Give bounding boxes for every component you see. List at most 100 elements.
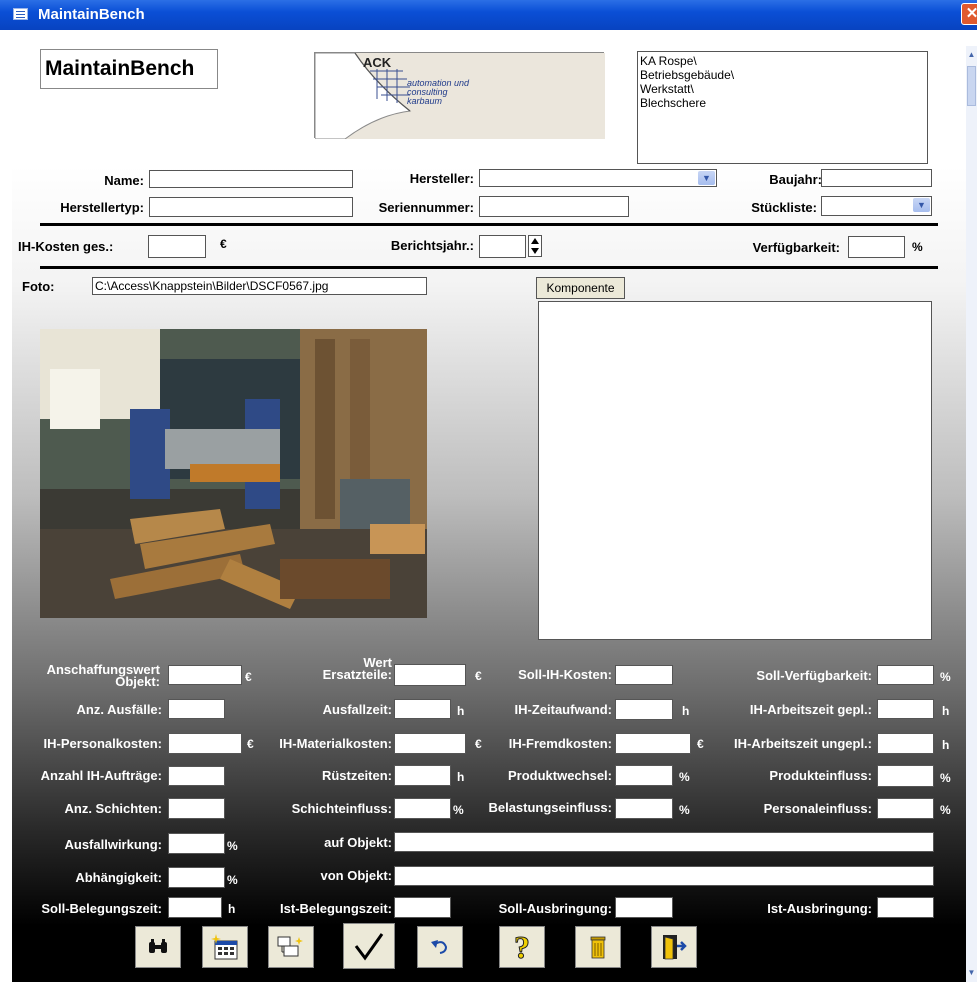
search-button[interactable] [135, 926, 181, 968]
ruestzeiten-label: Rüstzeiten: [321, 768, 392, 783]
ih-materialkosten-field[interactable] [394, 733, 466, 754]
soll-ausbringung-label: Soll-Ausbringung: [498, 901, 612, 916]
exit-button[interactable] [651, 926, 697, 968]
spin-up-icon[interactable] [531, 238, 539, 244]
ist-belegungszeit-label: Ist-Belegungszeit: [280, 901, 392, 916]
vertical-scrollbar[interactable]: ▲ ▼ [966, 46, 977, 982]
verfuegbarkeit-field[interactable] [848, 236, 905, 258]
soll-verfuegbarkeit-field[interactable] [877, 665, 934, 685]
maintainbench-form: MaintainBench ACK automation und consult… [12, 30, 966, 982]
exit-icon [663, 935, 687, 960]
chevron-down-icon[interactable]: ▼ [913, 198, 930, 212]
seriennummer-label: Seriennummer: [378, 200, 474, 215]
anz-schichten-field[interactable] [168, 798, 225, 819]
ih-zeitaufwand-field[interactable] [615, 699, 673, 720]
form-design-button[interactable] [268, 926, 314, 968]
year-spinner[interactable] [528, 235, 542, 257]
abhaengigkeit-field[interactable] [168, 867, 225, 888]
soll-ih-kosten-field[interactable] [615, 665, 673, 685]
von-objekt-field[interactable] [394, 866, 934, 886]
window-title-bar: MaintainBench ✕ [0, 0, 977, 30]
euro-unit: € [220, 237, 227, 251]
new-record-button[interactable] [202, 926, 248, 968]
ih-kosten-label: IH-Kosten ges.: [18, 239, 114, 254]
ih-personalkosten-field[interactable] [168, 733, 242, 754]
seriennummer-field[interactable] [479, 196, 629, 217]
delete-button[interactable] [575, 926, 621, 968]
ausfallwirkung-label: Ausfallwirkung: [64, 837, 162, 852]
percent-unit: % [679, 803, 690, 817]
checkmark-icon [354, 933, 384, 961]
path-line: Betriebsgebäude\ [640, 68, 735, 82]
wert-ersatzteile-field[interactable] [394, 664, 466, 686]
von-objekt-label: von Objekt: [320, 868, 392, 883]
ist-ausbringung-field[interactable] [877, 897, 934, 918]
hersteller-label: Hersteller: [409, 171, 474, 186]
spin-down-icon[interactable] [531, 248, 539, 254]
anzahl-ih-auftraege-field[interactable] [168, 766, 225, 786]
ih-fremdkosten-field[interactable] [615, 733, 691, 754]
belastungseinfluss-field[interactable] [615, 798, 673, 819]
location-path-box: KA Rospe\ Betriebsgebäude\ Werkstatt\ Bl… [637, 51, 928, 164]
berichtsjahr-label: Berichtsjahr.: [390, 238, 474, 253]
hersteller-select[interactable]: ▼ [479, 169, 717, 187]
ist-belegungszeit-field[interactable] [394, 897, 451, 918]
anz-ausfaelle-field[interactable] [168, 699, 225, 719]
percent-unit: % [227, 839, 238, 853]
komponente-button[interactable]: Komponente [536, 277, 625, 299]
herstellertyp-label: Herstellertyp: [60, 200, 144, 215]
name-field[interactable] [149, 170, 353, 188]
svg-text:ACK: ACK [363, 55, 392, 70]
ih-arbeitszeit-ungepl-field[interactable] [877, 733, 934, 754]
ih-arbeitszeit-ungepl-label: IH-Arbeitszeit ungepl.: [734, 736, 872, 751]
hours-unit: h [682, 704, 690, 718]
anschaffungswert-field[interactable] [168, 665, 242, 685]
form-window-icon [13, 8, 28, 20]
personaleinfluss-label: Personaleinfluss: [763, 801, 872, 816]
undo-icon [431, 940, 448, 954]
berichtsjahr-field[interactable] [479, 235, 526, 258]
soll-belegungszeit-field[interactable] [168, 897, 222, 918]
new-record-icon [211, 934, 238, 960]
undo-button[interactable] [417, 926, 463, 968]
binoculars-icon [149, 939, 167, 953]
euro-unit: € [475, 669, 482, 683]
personaleinfluss-field[interactable] [877, 798, 934, 819]
euro-unit: € [247, 737, 254, 751]
scroll-down-icon[interactable]: ▼ [967, 968, 976, 978]
produkteinfluss-field[interactable] [877, 765, 934, 787]
ih-arbeitszeit-gepl-label: IH-Arbeitszeit gepl.: [749, 702, 872, 717]
ausfallzeit-label: Ausfallzeit: [322, 702, 392, 717]
form-header: MaintainBench ACK automation und consult… [12, 30, 966, 167]
euro-unit: € [475, 737, 482, 751]
ih-fremdkosten-label: IH-Fremdkosten: [508, 736, 612, 751]
wert-ersatzteile-label: Wert Ersatzteile: [322, 655, 392, 682]
belastungseinfluss-label: Belastungseinfluss: [488, 800, 612, 815]
ausfallzeit-field[interactable] [394, 699, 451, 719]
produktwechsel-label: Produktwechsel: [507, 768, 612, 783]
ruestzeiten-field[interactable] [394, 765, 451, 786]
anzahl-ih-auftraege-label: Anzahl IH-Aufträge: [40, 768, 162, 783]
baujahr-field[interactable] [821, 169, 932, 187]
chevron-down-icon[interactable]: ▼ [698, 171, 715, 185]
ih-kosten-field[interactable] [148, 235, 206, 258]
photo-path-field[interactable]: C:\Access\Knappstein\Bilder\DSCF0567.jpg [92, 277, 427, 295]
scroll-up-icon[interactable]: ▲ [967, 50, 976, 60]
schichteinfluss-field[interactable] [394, 798, 451, 819]
percent-unit: % [940, 803, 951, 817]
scrollbar-thumb[interactable] [967, 66, 976, 106]
auf-objekt-field[interactable] [394, 832, 934, 852]
herstellertyp-field[interactable] [149, 197, 353, 217]
ih-personalkosten-label: IH-Personalkosten: [43, 736, 162, 751]
euro-unit: € [697, 737, 704, 751]
save-button[interactable] [343, 923, 395, 969]
produktwechsel-field[interactable] [615, 765, 673, 786]
komponente-listbox[interactable] [538, 301, 932, 640]
ih-arbeitszeit-gepl-field[interactable] [877, 699, 934, 719]
close-icon[interactable]: ✕ [961, 3, 977, 25]
anz-schichten-label: Anz. Schichten: [64, 801, 162, 816]
stueckliste-select[interactable]: ▼ [821, 196, 932, 216]
ausfallwirkung-field[interactable] [168, 833, 225, 854]
soll-ausbringung-field[interactable] [615, 897, 673, 918]
help-button[interactable]: ? [499, 926, 545, 968]
